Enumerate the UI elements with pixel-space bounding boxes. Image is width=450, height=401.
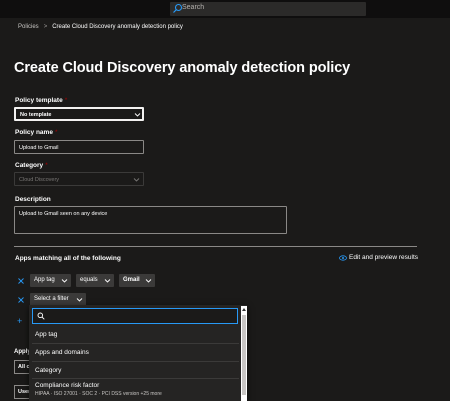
dropdown-scrollbar[interactable] [241,306,247,401]
policy-template-dropdown[interactable]: No template [14,107,144,121]
filter-operator-dropdown[interactable]: equals [76,274,114,287]
chevron-down-icon [134,113,141,117]
filters-title: Apps matching all of the following [15,255,121,262]
filter-option-apps-and-domains[interactable]: Apps and domains [32,344,239,362]
category-dropdown: Cloud Discovery [14,172,144,186]
category-label: Category * [15,162,48,169]
breadcrumb-current: Create Cloud Discovery anomaly detection… [52,24,183,30]
section-divider [14,246,417,247]
scroll-up-icon[interactable] [242,308,246,311]
breadcrumb: Policies > Create Cloud Discovery anomaly … [18,24,183,30]
remove-filter-icon[interactable] [17,277,25,285]
filter-value-dropdown[interactable]: Gmail [119,274,155,287]
description-label: Description [15,196,51,203]
breadcrumb-separator: > [43,24,48,30]
policy-name-label: Policy name * [15,129,58,136]
chevron-down-icon [133,178,140,182]
search-icon [37,312,45,320]
remove-filter-icon[interactable] [17,296,25,304]
edit-preview-link[interactable]: Edit and preview results [339,254,418,261]
chevron-down-icon [104,279,111,283]
policy-name-input[interactable]: Upload to Gmail [14,140,144,154]
eye-icon [339,255,347,261]
filter-field-dropdown[interactable]: App tag [30,274,71,287]
filter-option-app-tag[interactable]: App tag [32,325,239,344]
filter-dropdown-menu: App tag Apps and domains Category Compli… [29,305,247,401]
add-filter-icon[interactable]: + [17,316,22,326]
top-bar: Search [0,0,450,18]
edit-preview-label: Edit and preview results [349,254,419,261]
filter-search-input[interactable] [32,308,238,324]
chevron-down-icon [61,279,68,283]
search-box[interactable]: Search [170,2,366,16]
chevron-down-icon [145,279,152,283]
filter-option-compliance-risk-factor[interactable]: Compliance risk factor HIPAA · ISO 27001… [32,379,239,401]
breadcrumb-link-policies[interactable]: Policies [18,24,39,30]
scrollbar-thumb[interactable] [242,315,246,395]
chevron-down-icon [76,298,83,302]
description-textarea[interactable]: Upload to Gmail seen on any device [14,206,287,234]
page-title: Create Cloud Discovery anomaly detection… [14,60,351,76]
policy-template-label: Policy template * [15,97,68,104]
search-placeholder: Search [182,4,205,11]
filter-option-category[interactable]: Category [32,362,239,379]
